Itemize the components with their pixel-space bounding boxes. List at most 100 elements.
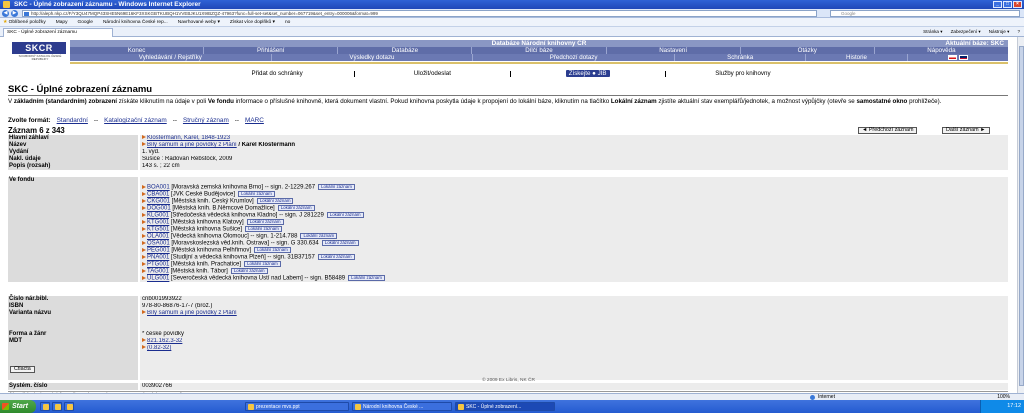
format-catalog-link[interactable]: Katalogizační záznam — [104, 117, 167, 124]
table-row: Hlavní záhlaví Klostermann, Karel, 1848-… — [8, 135, 1008, 142]
holding-sigla-link[interactable]: OSA001 — [147, 241, 170, 247]
table-row — [8, 324, 1008, 331]
local-record-button[interactable]: Lokální záznam — [326, 212, 364, 218]
local-record-button[interactable]: Lokální záznam — [238, 191, 275, 197]
menu-historie[interactable]: Historie — [806, 54, 908, 61]
holding-sigla-link[interactable]: BOA001 — [147, 185, 170, 191]
local-record-button[interactable]: Lokální záznam — [230, 268, 268, 274]
logo-mark: SKCR — [12, 42, 66, 54]
quicklaunch-icon[interactable] — [40, 402, 50, 411]
menu-konec[interactable]: Konec — [70, 47, 205, 54]
close-button[interactable]: × — [1013, 1, 1022, 8]
local-record-button[interactable]: Lokální záznam — [246, 219, 284, 225]
local-record-button[interactable]: Lokální záznam — [321, 240, 359, 246]
local-record-button[interactable]: Lokální záznam — [244, 261, 281, 267]
holding-sigla-link[interactable]: PNA001 — [147, 255, 169, 261]
forward-arrow-icon[interactable]: ▶ — [11, 10, 18, 17]
taskbar-item-nkp[interactable]: Národní knihovna České ... — [352, 402, 452, 411]
menu-vyhledavani[interactable]: Vyhledávání / Rejstříky — [70, 54, 272, 61]
title-link[interactable]: Bílý samum a jiné povídky z Plání — [147, 142, 237, 148]
holding-sigla-link[interactable]: KLG001 — [147, 213, 169, 219]
czech-flag-icon[interactable] — [947, 55, 957, 60]
menu-dilci-baze[interactable]: Dílčí báze — [472, 47, 607, 54]
format-brief-link[interactable]: Stručný záznam — [183, 117, 229, 124]
safety-menu[interactable]: Zabezpečení ▾ — [951, 27, 981, 37]
address-input[interactable]: http://aleph.nkp.cz/F/Y3QU47MQP43SHE5N69… — [22, 10, 817, 17]
skc-logo[interactable]: SKCR SOUBORNÝ KATALOG ČESKÉ REPUBLIKY — [8, 40, 70, 61]
holding-sigla-link[interactable]: PTG001 — [147, 262, 169, 268]
holding-sigla-link[interactable]: DOG001 — [147, 206, 171, 212]
explorer-icon — [67, 404, 73, 410]
menu-prihlaseni[interactable]: Přihlášení — [204, 47, 339, 54]
format-marc-link[interactable]: MARC — [245, 117, 264, 124]
quicklaunch-icon[interactable] — [52, 402, 62, 411]
quicklaunch-icon[interactable] — [64, 402, 74, 411]
holding-row: BOA001 [Moravská zemská knihovna Brno] -… — [8, 184, 1008, 191]
mdt-link-1[interactable]: 821.162.3-32 — [147, 338, 182, 344]
favorites-item[interactable]: Google — [77, 18, 92, 26]
minimize-button[interactable]: _ — [993, 1, 1002, 8]
favorites-item[interactable]: ★ Oblíbené položky — [3, 18, 46, 26]
local-record-button[interactable]: Lokální záznam — [318, 184, 355, 190]
holding-row: KLG001 [Středočeská vědecká knihovna Kla… — [8, 212, 1008, 219]
local-record-button[interactable]: Lokální záznam — [277, 205, 315, 211]
vertical-scrollbar[interactable] — [1017, 37, 1024, 398]
menu-databaze[interactable]: Databáze — [338, 47, 473, 54]
clock[interactable]: 17:12 — [1007, 403, 1021, 409]
holding-sigla-link[interactable]: CKG001 — [147, 199, 170, 205]
menu-schranka[interactable]: Schránka — [675, 54, 807, 61]
holding-sigla-link[interactable]: TAG001 — [147, 269, 169, 275]
favorites-item[interactable]: no — [285, 18, 290, 26]
mdt-link-2[interactable]: (0.82-32) — [147, 345, 171, 351]
arrow-icon — [142, 142, 146, 147]
author-link[interactable]: Klostermann, Karel, 1848-1923 — [147, 135, 230, 141]
taskbar-item-ppt[interactable]: prezentace mvs.ppt — [245, 402, 349, 411]
format-standard-link[interactable]: Standardní — [57, 117, 88, 124]
local-record-button[interactable]: Lokální záznam — [245, 226, 282, 232]
local-record-button[interactable]: Lokální záznam — [256, 198, 294, 204]
table-row: ISBN 978-80-86876-17-7 (brož.) — [8, 303, 1008, 310]
holding-sigla-link[interactable]: KTG001 — [147, 220, 169, 226]
browser-tab[interactable]: SKC - Úplné zobrazení záznamu — [3, 28, 113, 37]
variant-title-link[interactable]: Bílý samum a jiné povídky z Plání — [147, 310, 237, 316]
holding-sigla-link[interactable]: ULG001 — [147, 276, 169, 282]
start-button[interactable]: Start — [0, 400, 36, 413]
prev-record-button[interactable]: ◄ Předchozí záznam — [858, 127, 918, 134]
get-jib-link[interactable]: Získejte ● JIB — [511, 70, 665, 77]
menu-otazky[interactable]: Otázky — [741, 47, 875, 54]
back-arrow-icon[interactable]: ◀ — [2, 10, 9, 17]
arrow-icon — [142, 135, 146, 140]
scrollbar-thumb[interactable] — [1019, 46, 1024, 386]
tools-menu[interactable]: Nástroje ▾ — [989, 27, 1010, 37]
menu-nastaveni[interactable]: Nastavení — [607, 47, 741, 54]
holding-sigla-link[interactable]: PEG001 — [147, 248, 170, 254]
menu-napoveda[interactable]: Nápověda — [875, 47, 1008, 54]
favorites-item[interactable]: Získat více doplňků ▾ — [230, 18, 275, 26]
page-menu[interactable]: Stránka ▾ — [923, 27, 942, 37]
local-record-button[interactable]: Lokální záznam — [348, 275, 385, 281]
taskbar-item-skc[interactable]: SKC - Úplné zobrazení... — [455, 402, 555, 411]
english-flag-icon[interactable] — [958, 55, 968, 60]
maximize-button[interactable]: □ — [1003, 1, 1012, 8]
favorites-item[interactable]: Mapy — [56, 18, 68, 26]
holding-row: PTG001 [Městská knih. Prachatice] Lokální… — [8, 261, 1008, 268]
favorites-bar: ★ Oblíbené položky Mapy Google Národní k… — [0, 18, 1024, 27]
local-record-button[interactable]: Lokální záznam — [300, 233, 338, 239]
search-input[interactable]: Google — [830, 10, 1020, 17]
menu-predchozi-dotazy[interactable]: Předchozí dotazy — [473, 54, 675, 61]
table-row: MDT 821.162.3-32 — [8, 338, 1008, 345]
holding-sigla-link[interactable]: KTG501 — [147, 227, 169, 233]
local-record-button[interactable]: Lokální záznam — [317, 254, 355, 260]
add-to-basket-link[interactable]: Přidat do schránky — [200, 70, 354, 77]
local-record-button[interactable]: Lokální záznam — [254, 247, 291, 253]
holding-sigla-link[interactable]: CBA001 — [147, 192, 169, 198]
library-services-link[interactable]: Služby pro knihovny — [666, 70, 820, 77]
favorites-item[interactable]: Navrhované weby ▾ — [178, 18, 220, 26]
help-menu[interactable]: ? — [1017, 27, 1020, 37]
save-send-link[interactable]: Uložit/odeslat — [355, 70, 509, 77]
menu-vysledky[interactable]: Výsledky dotazu — [272, 54, 474, 61]
back-button[interactable]: Ctlacta — [10, 366, 35, 373]
next-record-button[interactable]: Další záznam ► — [942, 127, 990, 134]
holding-sigla-link[interactable]: OLA001 — [147, 234, 169, 240]
favorites-item[interactable]: Národní knihovna České rep... — [103, 18, 168, 26]
